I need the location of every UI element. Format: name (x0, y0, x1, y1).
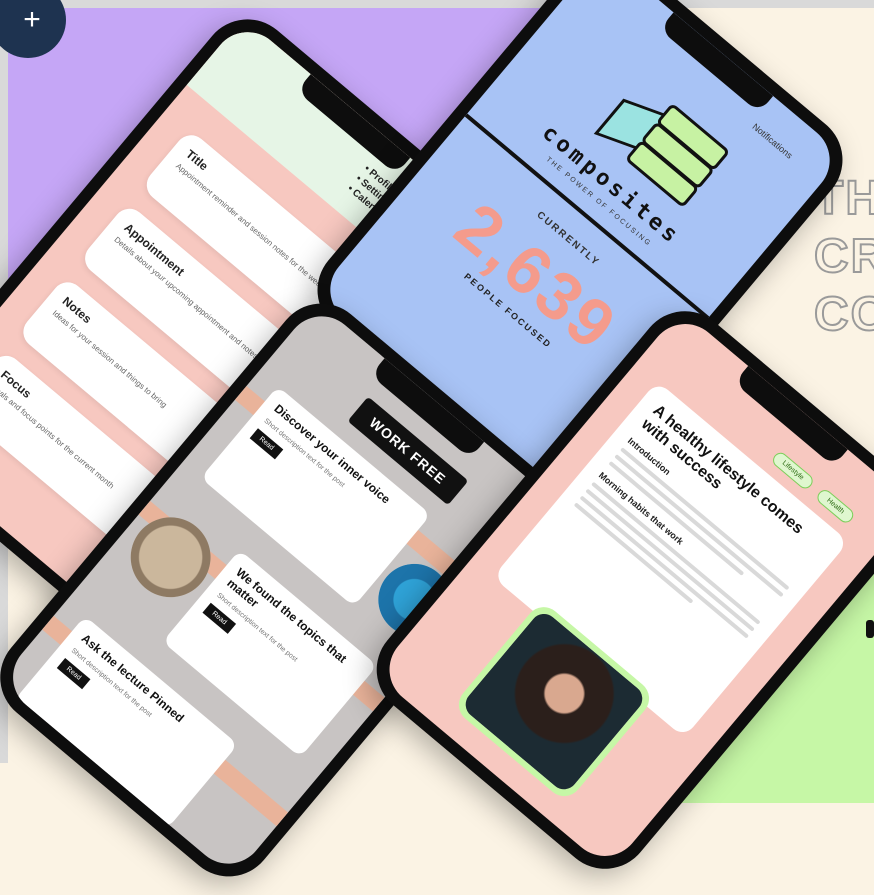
top-text: Notifications (750, 121, 795, 161)
phone-notch (734, 365, 848, 467)
phone-notch (659, 12, 774, 113)
top-border (0, 0, 874, 8)
edge-mark (866, 620, 874, 638)
headline-line-3: CO (813, 287, 874, 342)
post-text: Short description text for the post (69, 647, 153, 719)
headline-line-2: CR (813, 229, 874, 284)
